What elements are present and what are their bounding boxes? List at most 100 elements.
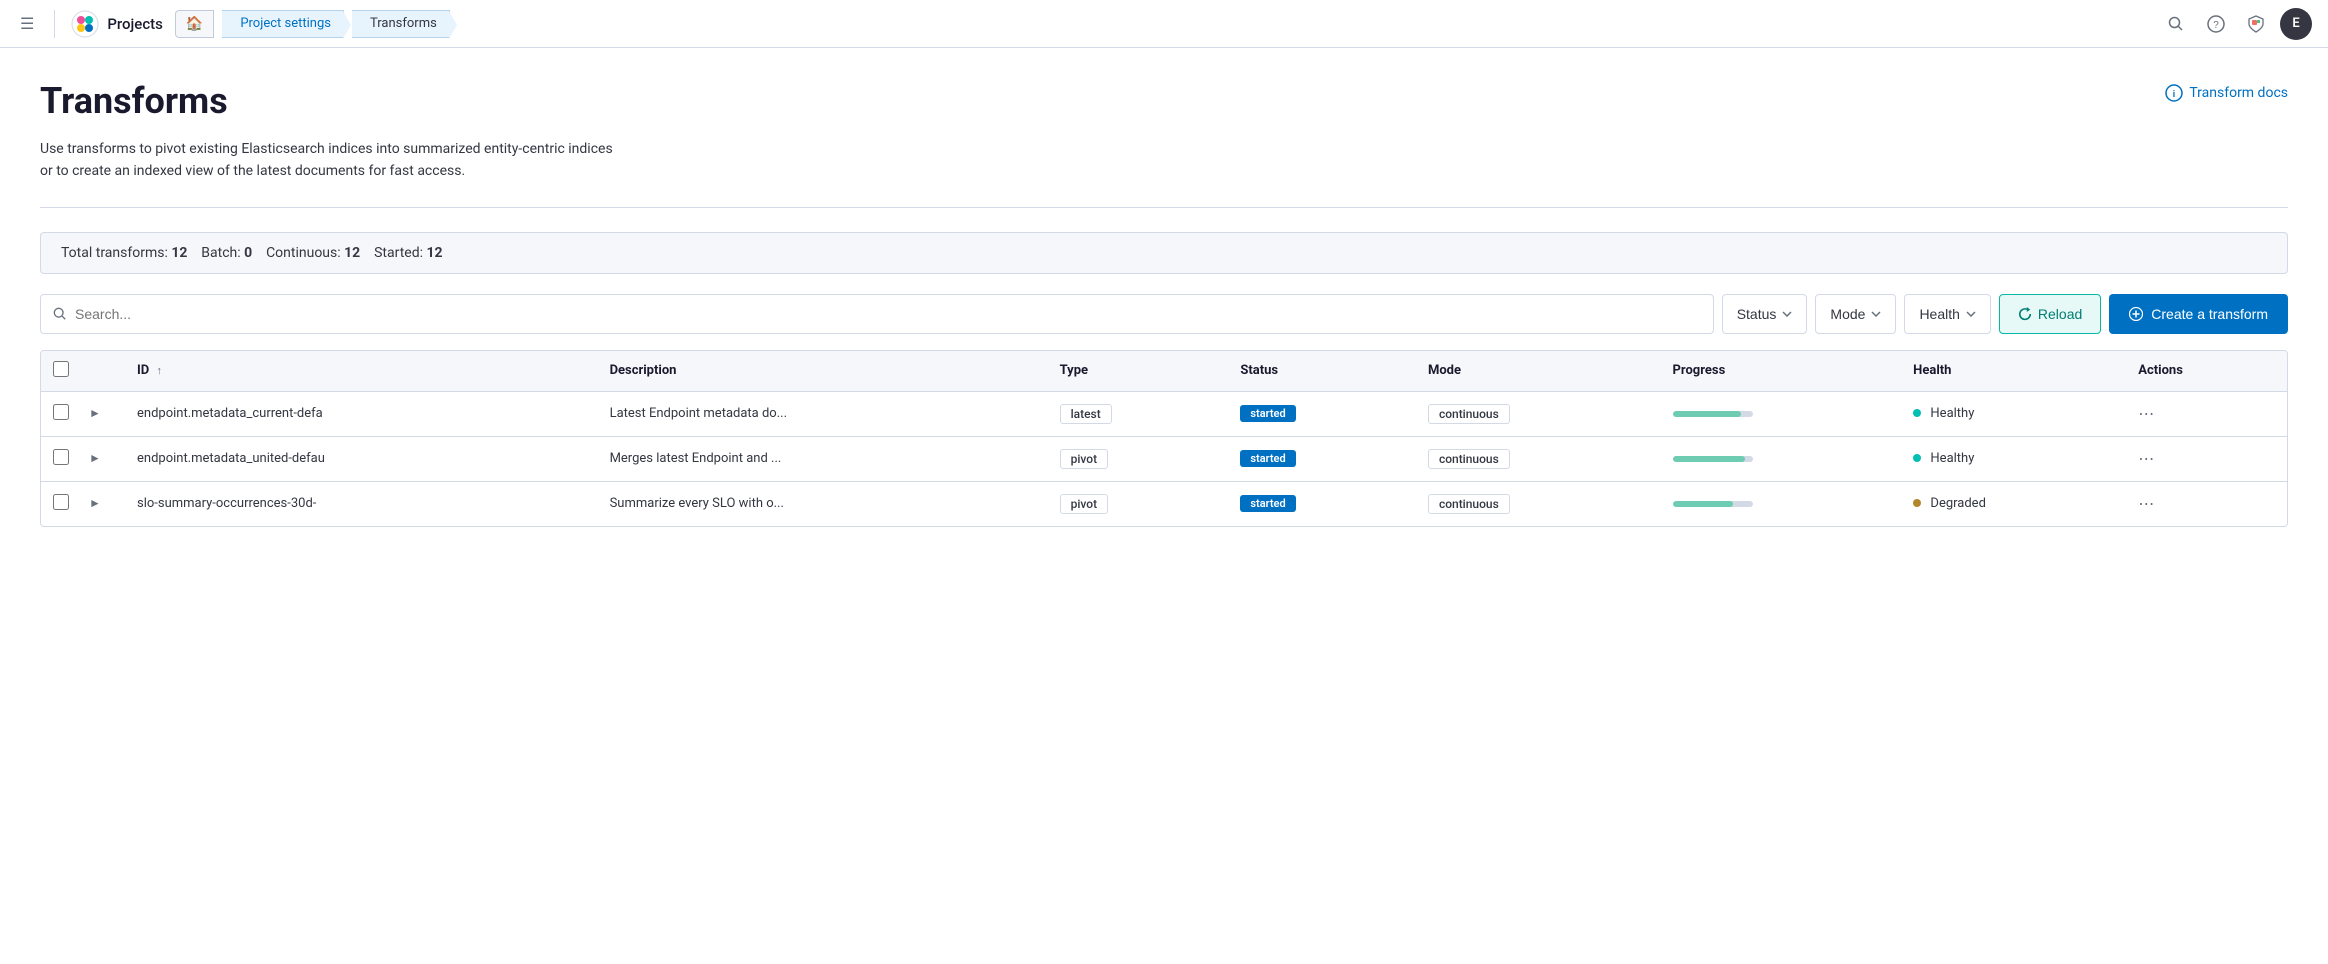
row-checkbox-0[interactable]: [53, 404, 69, 420]
shield-icon: [2247, 15, 2265, 33]
page-description-line2: or to create an indexed view of the late…: [40, 160, 613, 182]
user-avatar[interactable]: E: [2280, 8, 2312, 40]
select-all-checkbox[interactable]: [53, 361, 69, 377]
search-input[interactable]: [75, 306, 1701, 322]
status-filter-button[interactable]: Status: [1722, 294, 1808, 334]
row-health-2: Degraded: [1897, 481, 2122, 526]
toolbar: Status Mode Health Reload: [40, 294, 2288, 334]
expand-chevron-0[interactable]: ►: [89, 406, 101, 420]
actions-column-header: Actions: [2122, 351, 2287, 392]
expand-chevron-1[interactable]: ►: [89, 451, 101, 465]
description-column-header: Description: [594, 351, 1044, 392]
table-row: ► endpoint.metadata_current-defa Latest …: [41, 391, 2287, 436]
id-column-header[interactable]: ID ↑: [121, 351, 594, 392]
breadcrumb-project-settings[interactable]: Project settings: [222, 10, 344, 38]
id-sort-icon: ↑: [156, 364, 162, 377]
table-row: ► endpoint.metadata_united-defau Merges …: [41, 436, 2287, 481]
page-description-line1: Use transforms to pivot existing Elastic…: [40, 138, 613, 160]
type-badge-1: pivot: [1060, 449, 1108, 469]
status-badge-0: started: [1240, 405, 1295, 422]
row-checkbox-cell-1: [41, 436, 81, 481]
transforms-table: ID ↑ Description Type Status Mode Progre…: [40, 350, 2288, 527]
breadcrumb-transforms[interactable]: Transforms: [352, 10, 450, 38]
actions-menu-0[interactable]: ⋯: [2138, 404, 2156, 423]
status-badge-2: started: [1240, 495, 1295, 512]
progress-bar-container-0: [1673, 411, 1753, 417]
row-description-0: Latest Endpoint metadata do...: [594, 391, 1044, 436]
breadcrumb: 🏠 Project settings Transforms: [175, 10, 450, 38]
expand-chevron-2[interactable]: ►: [89, 496, 101, 510]
actions-menu-1[interactable]: ⋯: [2138, 449, 2156, 468]
row-checkbox-cell-0: [41, 391, 81, 436]
type-column-header: Type: [1044, 351, 1225, 392]
select-all-column: [41, 351, 81, 392]
mode-column-header: Mode: [1412, 351, 1657, 392]
status-badge-1: started: [1240, 450, 1295, 467]
app-name-label: Projects: [107, 15, 163, 33]
health-filter-button[interactable]: Health: [1904, 294, 1990, 334]
health-chevron-icon: [1966, 311, 1976, 317]
breadcrumb-home[interactable]: 🏠: [175, 10, 214, 38]
row-expand-cell-1: ►: [81, 436, 121, 481]
health-label-1: Healthy: [1930, 451, 1974, 466]
page-header-left: Transforms Use transforms to pivot exist…: [40, 80, 613, 183]
row-checkbox-1[interactable]: [53, 449, 69, 465]
progress-bar-fill-0: [1673, 411, 1741, 417]
row-status-0: started: [1224, 391, 1412, 436]
health-filter-label: Health: [1919, 306, 1959, 322]
reload-label: Reload: [2038, 306, 2082, 322]
health-dot-2: [1913, 499, 1921, 507]
create-icon: [2129, 307, 2143, 321]
row-type-2: pivot: [1044, 481, 1225, 526]
row-status-1: started: [1224, 436, 1412, 481]
row-id-0: endpoint.metadata_current-defa: [121, 391, 594, 436]
search-box-icon: [53, 307, 67, 321]
row-actions-0: ⋯: [2122, 391, 2287, 436]
app-logo[interactable]: Projects: [71, 10, 163, 38]
mode-filter-button[interactable]: Mode: [1815, 294, 1896, 334]
progress-bar-fill-1: [1673, 456, 1745, 462]
health-label-2: Degraded: [1930, 496, 1986, 511]
row-health-0: Healthy: [1897, 391, 2122, 436]
progress-column-header: Progress: [1657, 351, 1898, 392]
row-expand-cell-2: ►: [81, 481, 121, 526]
page-header: Transforms Use transforms to pivot exist…: [40, 80, 2288, 183]
help-icon: ?: [2207, 15, 2225, 33]
row-status-2: started: [1224, 481, 1412, 526]
table-header-row: ID ↑ Description Type Status Mode Progre…: [41, 351, 2287, 392]
section-divider: [40, 207, 2288, 208]
create-transform-button[interactable]: Create a transform: [2109, 294, 2288, 334]
search-box[interactable]: [40, 294, 1714, 334]
mode-badge-1: continuous: [1428, 449, 1510, 469]
top-navigation: ☰ Projects 🏠 Project settings Transforms: [0, 0, 2328, 48]
menu-icon[interactable]: ☰: [16, 10, 38, 37]
shield-button[interactable]: [2240, 8, 2272, 40]
reload-button[interactable]: Reload: [1999, 294, 2101, 334]
stats-bar: Total transforms: 12 Batch: 0 Continuous…: [40, 232, 2288, 274]
expand-column: [81, 351, 121, 392]
row-type-0: latest: [1044, 391, 1225, 436]
progress-bar-container-1: [1673, 456, 1753, 462]
type-badge-2: pivot: [1060, 494, 1108, 514]
row-checkbox-2[interactable]: [53, 494, 69, 510]
row-id-2: slo-summary-occurrences-30d-: [121, 481, 594, 526]
progress-bar-fill-2: [1673, 501, 1733, 507]
actions-menu-2[interactable]: ⋯: [2138, 494, 2156, 513]
mode-chevron-icon: [1871, 311, 1881, 317]
table-row: ► slo-summary-occurrences-30d- Summarize…: [41, 481, 2287, 526]
transform-docs-link[interactable]: i Transform docs: [2165, 84, 2288, 102]
row-description-2: Summarize every SLO with o...: [594, 481, 1044, 526]
status-chevron-icon: [1782, 311, 1792, 317]
row-progress-1: [1657, 436, 1898, 481]
reload-icon: [2018, 307, 2032, 321]
help-button[interactable]: ?: [2200, 8, 2232, 40]
svg-text:?: ?: [2213, 20, 2219, 31]
row-description-1: Merges latest Endpoint and ...: [594, 436, 1044, 481]
status-column-header: Status: [1224, 351, 1412, 392]
health-column-header: Health: [1897, 351, 2122, 392]
search-button[interactable]: [2160, 8, 2192, 40]
page-title: Transforms: [40, 80, 613, 122]
mode-badge-0: continuous: [1428, 404, 1510, 424]
mode-badge-2: continuous: [1428, 494, 1510, 514]
search-icon: [2168, 16, 2184, 32]
